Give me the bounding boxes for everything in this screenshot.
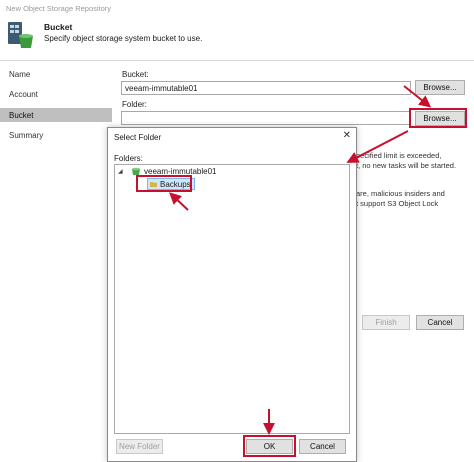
finish-button[interactable]: Finish: [362, 315, 410, 330]
dialog-title: Select Folder: [114, 133, 162, 142]
bucket-field[interactable]: veeam-immutable01: [121, 81, 411, 95]
bucket-browse-button[interactable]: Browse...: [415, 80, 465, 95]
ok-highlight: [243, 435, 296, 457]
window-title: New Object Storage Repository: [6, 4, 112, 13]
background-note-3: are, malicious insiders and: [356, 189, 445, 198]
close-icon[interactable]: ✕: [343, 130, 351, 141]
folders-label: Folders:: [114, 154, 143, 163]
step-bucket[interactable]: Bucket: [0, 108, 112, 122]
step-summary[interactable]: Summary: [0, 128, 112, 142]
wizard-header: Bucket Specify object storage system buc…: [0, 18, 474, 60]
dialog-cancel-button[interactable]: Cancel: [299, 439, 346, 454]
bucket-label: Bucket:: [122, 70, 149, 79]
backups-highlight: [136, 175, 192, 192]
background-note-4: t support S3 Object Lock: [356, 199, 439, 208]
folder-field[interactable]: [121, 111, 411, 125]
step-name[interactable]: Name: [0, 67, 112, 81]
background-note-1: pecified limit is exceeded,: [356, 151, 442, 160]
page-subtitle: Specify object storage system bucket to …: [44, 34, 203, 43]
folder-browse-highlight: [409, 108, 467, 128]
background-note-2: t, no new tasks will be started.: [356, 161, 457, 170]
wizard-cancel-button[interactable]: Cancel: [416, 315, 464, 330]
expand-arrow-icon[interactable]: ◢: [118, 168, 123, 175]
new-folder-button[interactable]: New Folder: [116, 439, 163, 454]
wizard-steps: Name Account Bucket Summary: [0, 61, 112, 462]
select-folder-dialog: Select Folder ✕ Folders: ◢ veeam-immutab…: [107, 127, 357, 462]
folder-label: Folder:: [122, 100, 147, 109]
storage-bucket-icon: [8, 22, 33, 48]
step-account[interactable]: Account: [0, 87, 112, 101]
folder-tree[interactable]: ◢ veeam-immutable01 Backups: [114, 164, 350, 434]
page-title: Bucket: [44, 22, 73, 32]
